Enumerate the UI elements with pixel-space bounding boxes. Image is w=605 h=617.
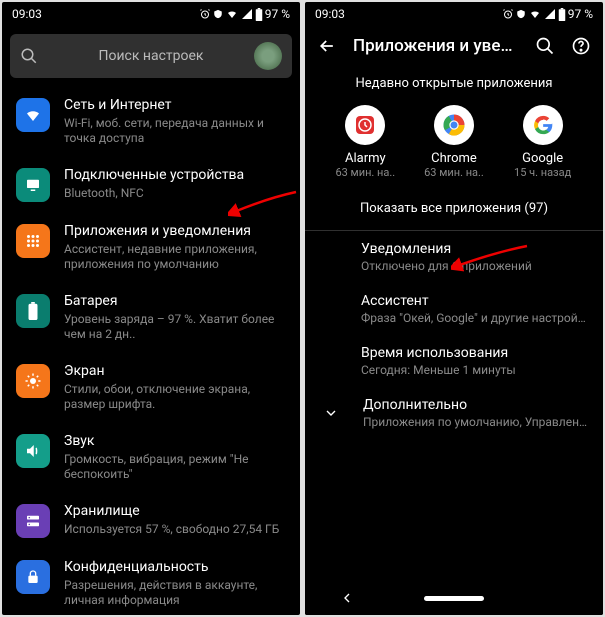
item-title: Экран (64, 362, 286, 380)
storage-icon (16, 504, 50, 538)
item-sub: Wi-Fi, моб. сети, передача данных и точк… (64, 116, 286, 146)
item-sub: Громкость, вибрация, режим "Не беспокоит… (64, 452, 286, 482)
app-sub: 63 мин. на.. (335, 166, 395, 179)
show-all-apps[interactable]: Показать все приложения (97) (305, 187, 603, 230)
apps-icon (16, 224, 50, 258)
item-assistant[interactable]: Ассистент Фраза "Окей, Google" и другие … (361, 283, 589, 335)
item-sub: Сегодня: Меньше 1 минуты (361, 363, 589, 377)
battery-icon (558, 8, 566, 21)
wifi-icon (16, 98, 50, 132)
sound-icon (16, 434, 50, 468)
navigation-bar (305, 581, 603, 615)
battery-text: 97 % (265, 7, 290, 21)
chevron-down-icon (323, 405, 339, 421)
search-placeholder: Поиск настроек (48, 48, 254, 64)
status-icons: 97 % (199, 7, 290, 21)
help-icon[interactable] (571, 36, 591, 56)
item-sub: Приложения по умолчанию, Управление ра.. (363, 415, 589, 429)
app-google[interactable]: Google 15 ч. назад (503, 105, 583, 179)
item-privacy[interactable]: Конфиденциальность Разрешения, действия в… (2, 548, 300, 615)
item-apps-notifications[interactable]: Приложения и уведомления Ассистент, недав… (2, 212, 300, 282)
item-title: Конфиденциальность (64, 558, 286, 576)
item-sub: Ассистент, недавние приложения, приложен… (64, 242, 286, 272)
item-title: Уведомления (361, 241, 589, 257)
item-storage[interactable]: Хранилище Используется 57 %, свободно 27,… (2, 492, 300, 548)
search-icon[interactable] (535, 36, 555, 56)
item-advanced[interactable]: Дополнительно Приложения по умолчанию, У… (305, 387, 603, 439)
devices-icon (16, 168, 50, 202)
item-network[interactable]: Сеть и Интернет Wi-Fi, моб. сети, передач… (2, 86, 300, 156)
search-bar[interactable]: Поиск настроек (10, 34, 292, 78)
alarmy-icon (345, 105, 385, 145)
item-notifications[interactable]: Уведомления Отключено для 6 приложений (361, 231, 589, 283)
apps-screen: 09:03 97 % Приложения и увед… Недавно от… (305, 2, 603, 615)
item-title: Дополнительно (363, 397, 589, 413)
status-icons: 97 % (502, 7, 593, 21)
signal-icon (544, 8, 556, 20)
item-sub: Bluetooth, NFC (64, 186, 286, 201)
item-title: Сеть и Интернет (64, 96, 286, 114)
nav-back-icon[interactable] (339, 590, 355, 606)
alarm-icon (199, 8, 211, 20)
app-alarmy[interactable]: Alarmy 63 мин. на.. (325, 105, 405, 179)
item-sub: Фраза "Окей, Google" и другие настройки … (361, 311, 589, 325)
item-title: Приложения и уведомления (64, 222, 286, 240)
app-name: Chrome (431, 151, 477, 166)
vpn-icon (213, 8, 223, 20)
item-title: Звук (64, 432, 286, 450)
lock-icon (16, 560, 50, 594)
brightness-icon (16, 364, 50, 398)
item-sub: Используется 57 %, свободно 27,54 ГБ (64, 522, 286, 537)
search-icon (20, 47, 38, 65)
wifi-icon (528, 8, 542, 20)
recent-apps: Alarmy 63 мин. на.. Chrome 63 мин. на.. … (305, 105, 603, 187)
status-time: 09:03 (315, 7, 345, 21)
app-chrome[interactable]: Chrome 63 мин. на.. (414, 105, 494, 179)
item-sub: Разрешения, действия в аккаунте, личная … (64, 578, 286, 608)
item-sub: Отключено для 6 приложений (361, 259, 589, 273)
app-sub: 63 мин. на.. (424, 166, 484, 179)
recent-apps-title: Недавно открытые приложения (305, 66, 603, 105)
header-title: Приложения и увед… (353, 36, 519, 56)
item-title: Время использования (361, 345, 589, 361)
app-name: Alarmy (345, 151, 386, 166)
settings-screen: 09:03 97 % Поиск настроек Сеть и Интерне… (2, 2, 300, 615)
item-sub: Уровень заряда – 97 %. Хватит более чем … (64, 312, 286, 342)
battery-icon (16, 294, 50, 328)
settings-sublist: Уведомления Отключено для 6 приложений А… (305, 231, 603, 387)
item-title: Хранилище (64, 502, 286, 520)
item-connected-devices[interactable]: Подключенные устройства Bluetooth, NFC (2, 156, 300, 212)
app-header: Приложения и увед… (305, 26, 603, 66)
nav-home-pill[interactable] (424, 596, 484, 601)
app-sub: 15 ч. назад (514, 166, 571, 179)
status-bar: 09:03 97 % (305, 2, 603, 26)
item-screen-time[interactable]: Время использования Сегодня: Меньше 1 ми… (361, 335, 589, 387)
item-title: Подключенные устройства (64, 166, 286, 184)
chrome-icon (434, 105, 474, 145)
wifi-icon (225, 8, 239, 20)
item-title: Ассистент (361, 293, 589, 309)
battery-text: 97 % (568, 7, 593, 21)
status-time: 09:03 (12, 7, 42, 21)
back-icon[interactable] (317, 36, 337, 56)
battery-icon (255, 8, 263, 21)
alarm-icon (502, 8, 514, 20)
item-display[interactable]: Экран Стили, обои, отключение экрана, раз… (2, 352, 300, 422)
signal-icon (241, 8, 253, 20)
item-sub: Стили, обои, отключение экрана, размер ш… (64, 382, 286, 412)
status-bar: 09:03 97 % (2, 2, 300, 26)
item-title: Батарея (64, 292, 286, 310)
profile-avatar[interactable] (254, 42, 282, 70)
google-icon (523, 105, 563, 145)
settings-list: Сеть и Интернет Wi-Fi, моб. сети, передач… (2, 86, 300, 615)
item-sound[interactable]: Звук Громкость, вибрация, режим "Не беспо… (2, 422, 300, 492)
app-name: Google (522, 151, 563, 166)
vpn-icon (516, 8, 526, 20)
item-battery[interactable]: Батарея Уровень заряда – 97 %. Хватит бол… (2, 282, 300, 352)
